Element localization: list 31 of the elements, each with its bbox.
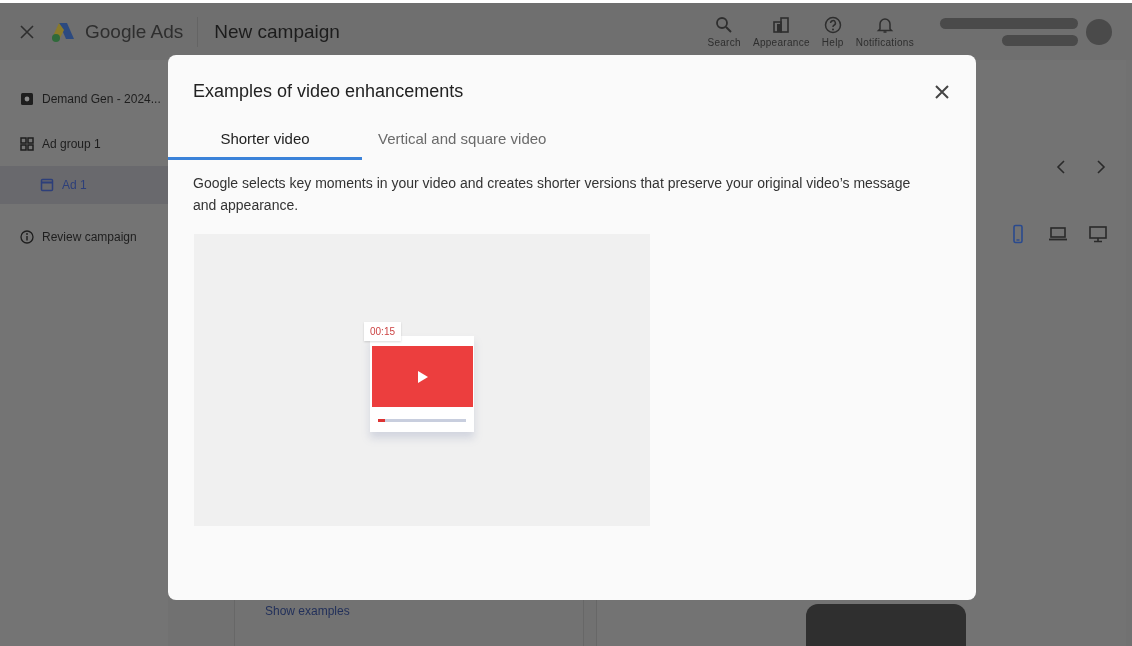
sidebar-item[interactable]: Review campaign xyxy=(0,214,168,259)
close-icon[interactable] xyxy=(934,83,950,100)
previous-icon[interactable] xyxy=(1056,160,1066,174)
sidebar-item[interactable]: Ad group 1 xyxy=(0,121,168,166)
page-title: New campaign xyxy=(214,20,340,43)
sidebar-item[interactable]: Ad 1 xyxy=(0,166,168,204)
bell-icon xyxy=(875,15,894,34)
tab[interactable]: Vertical and square video xyxy=(362,120,563,160)
notifications-button[interactable]: Notifications xyxy=(849,15,920,48)
info-icon xyxy=(20,229,34,244)
campaign-icon xyxy=(20,91,34,106)
timestamp-label: 00:15 xyxy=(364,322,402,341)
description: Google selects key moments in your video and creates shorter versions that preserve your original video’s message and appearance. xyxy=(193,174,912,215)
search-icon xyxy=(715,15,734,34)
grid-icon xyxy=(20,136,34,151)
help-icon xyxy=(823,15,842,34)
logo-icon xyxy=(50,20,76,43)
product-name: Google Ads xyxy=(85,20,184,43)
search-button[interactable]: Search xyxy=(701,15,747,48)
dialog-title: Examples of video enhancements xyxy=(193,81,464,102)
help-button[interactable]: Help xyxy=(815,15,850,48)
avatar[interactable] xyxy=(1086,18,1112,45)
sidebar-item[interactable]: Demand Gen - 2024... xyxy=(0,76,168,121)
bar-chart-icon xyxy=(772,15,791,34)
appearance-button[interactable]: Appearance xyxy=(746,15,816,48)
play-icon xyxy=(416,369,429,384)
window-icon xyxy=(40,178,54,192)
show-examples-link[interactable]: Show examples xyxy=(265,604,350,618)
monitor-icon[interactable] xyxy=(1088,224,1108,244)
tab[interactable]: Shorter video xyxy=(168,120,362,160)
next-icon[interactable] xyxy=(1096,160,1106,174)
